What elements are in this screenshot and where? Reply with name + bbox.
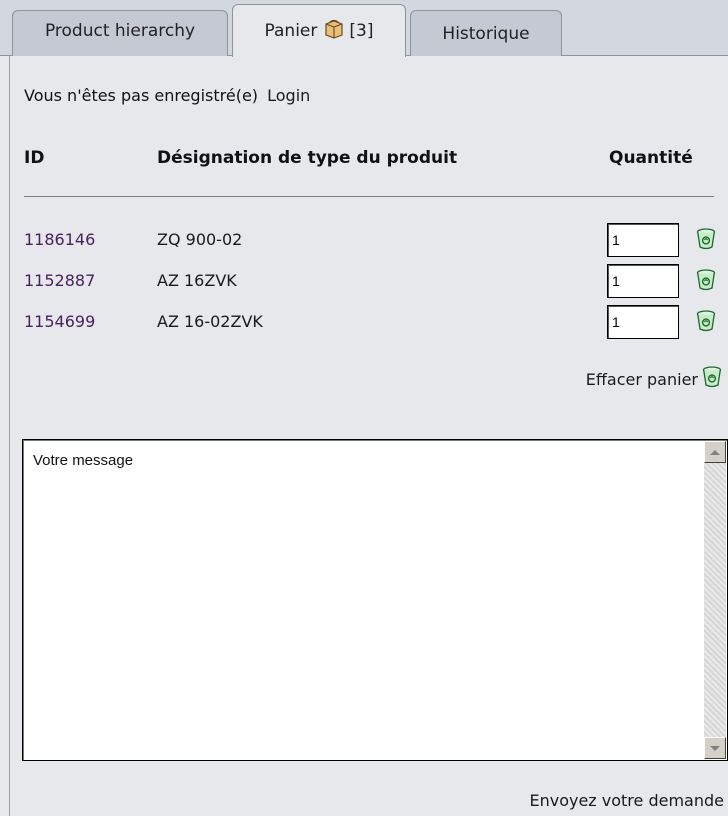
table-row: 1154699 AZ 16-02ZVK: [24, 304, 728, 340]
arrow-up-icon: [710, 449, 720, 455]
cart-icon: [323, 18, 345, 45]
message-box: Votre message: [22, 439, 728, 761]
quantity-input[interactable]: [607, 264, 679, 298]
tab-label: Historique: [442, 23, 530, 44]
send-request-link[interactable]: Envoyez votre demande: [529, 791, 724, 810]
header-divider: [24, 196, 714, 197]
login-notice-text: Vous n'êtes pas enregistré(e): [24, 86, 259, 105]
message-textarea[interactable]: Votre message: [25, 442, 687, 758]
product-name: AZ 16ZVK: [157, 271, 237, 290]
tab-label: Product hierarchy: [44, 20, 196, 41]
tab-label: Panier: [264, 21, 318, 41]
product-name: AZ 16-02ZVK: [157, 312, 263, 331]
product-id: 1152887: [24, 271, 96, 290]
trash-icon: [702, 366, 722, 392]
product-id: 1186146: [24, 230, 96, 249]
panel-border: [9, 56, 10, 816]
scroll-up-button[interactable]: [704, 441, 726, 463]
scrollbar[interactable]: [704, 441, 726, 759]
table-row: 1152887 AZ 16ZVK: [24, 263, 728, 299]
tab-bar: Product hierarchy Panier [3] Historique: [0, 0, 728, 57]
trash-icon[interactable]: [696, 269, 716, 295]
tab-panier[interactable]: Panier [3]: [232, 4, 406, 57]
product-id: 1154699: [24, 312, 96, 331]
quantity-input[interactable]: [607, 223, 679, 257]
column-header-id: ID: [24, 148, 45, 168]
scroll-down-button[interactable]: [704, 737, 726, 759]
arrow-down-icon: [710, 745, 720, 751]
tab-product-hierarchy[interactable]: Product hierarchy: [12, 10, 228, 56]
clear-cart-label: Effacer panier: [585, 369, 698, 389]
product-name: ZQ 900-02: [157, 230, 243, 249]
column-header-designation: Désignation de type du produit: [157, 148, 458, 168]
tab-historique[interactable]: Historique: [410, 10, 562, 56]
trash-icon[interactable]: [696, 310, 716, 336]
trash-icon[interactable]: [696, 228, 716, 254]
cart-count: [3]: [349, 21, 374, 41]
column-header-quantity: Quantité: [609, 148, 693, 168]
table-row: 1186146 ZQ 900-02: [24, 222, 728, 258]
quantity-input[interactable]: [607, 305, 679, 339]
clear-cart-link[interactable]: Effacer panier: [586, 366, 722, 392]
login-link[interactable]: Login: [267, 86, 310, 105]
login-notice: Vous n'êtes pas enregistré(e) Login: [24, 86, 310, 105]
